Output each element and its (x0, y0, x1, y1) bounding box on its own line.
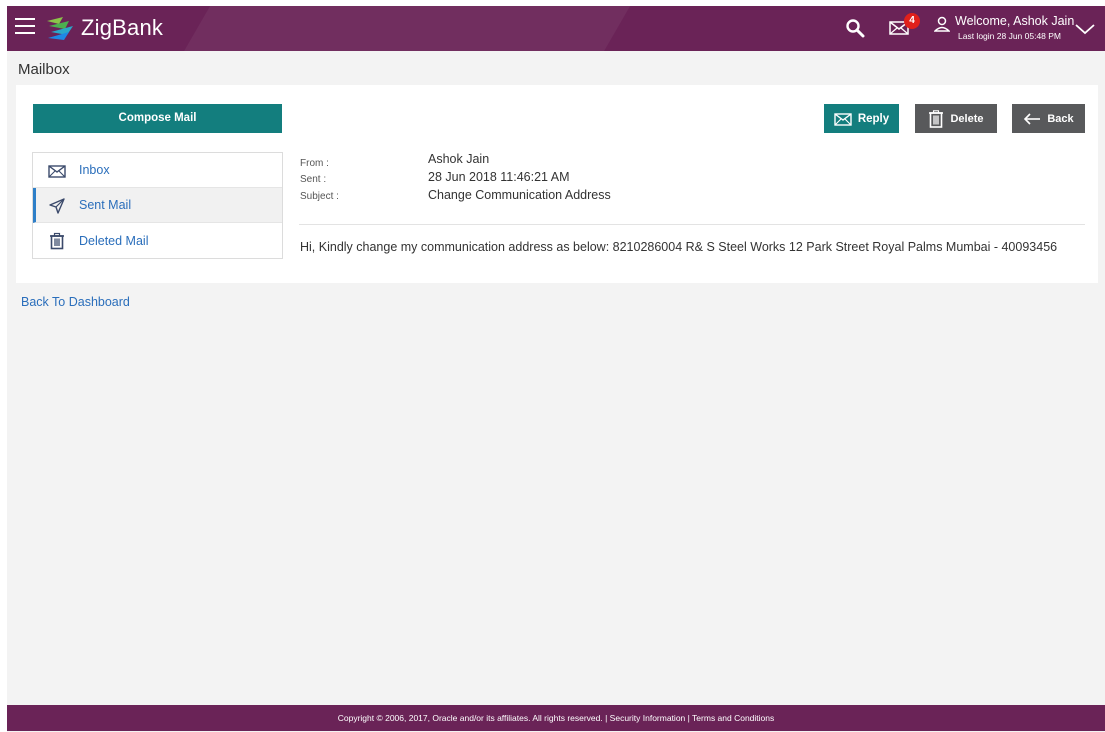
divider (299, 224, 1085, 225)
mailbox-panel: Compose Mail Inbox Sent Mail Deleted Mai… (16, 85, 1098, 283)
folder-list: Inbox Sent Mail Deleted Mail (32, 152, 283, 259)
brand-logo[interactable]: ZigBank (45, 15, 163, 41)
user-icon (934, 16, 950, 32)
sent-label: Sent : (300, 174, 327, 185)
back-label: Back (1047, 112, 1074, 125)
sent-value: 28 Jun 2018 11:46:21 AM (428, 170, 570, 184)
delete-label: Delete (950, 112, 984, 125)
subject-label: Subject : (300, 191, 339, 202)
trash-icon (50, 232, 64, 250)
chevron-down-icon[interactable] (1074, 22, 1096, 36)
delete-button[interactable]: Delete (915, 104, 997, 133)
welcome-text: Welcome, Ashok Jain (955, 14, 1075, 28)
back-to-dashboard-link[interactable]: Back To Dashboard (21, 295, 130, 309)
mail-icon (48, 165, 66, 178)
top-header: ZigBank 4 Welcome, Ashok Jain Last login… (7, 6, 1105, 51)
reply-mail-icon (834, 112, 852, 126)
notification-badge: 4 (904, 13, 920, 29)
from-value: Ashok Jain (428, 152, 490, 166)
subject-value: Change Communication Address (428, 188, 611, 202)
arrow-left-icon (1024, 112, 1041, 125)
paper-plane-icon (49, 198, 65, 214)
folder-label: Deleted Mail (79, 233, 149, 248)
reply-button[interactable]: Reply (824, 104, 899, 133)
search-icon[interactable] (845, 18, 865, 38)
compose-mail-button[interactable]: Compose Mail (33, 104, 282, 133)
brand-name: ZigBank (81, 15, 164, 40)
trash-icon (929, 109, 944, 128)
zigbank-logo-icon (47, 17, 73, 40)
page-title: Mailbox (18, 61, 70, 78)
menu-icon[interactable] (15, 18, 35, 36)
message-body: Hi, Kindly change my communication addre… (300, 240, 1058, 254)
folder-item-sent-mail[interactable]: Sent Mail (33, 188, 282, 223)
header-decoration (152, 6, 642, 51)
folder-label: Sent Mail (79, 198, 132, 212)
app-window: ZigBank 4 Welcome, Ashok Jain Last login… (7, 6, 1105, 732)
from-label: From : (300, 158, 329, 169)
reply-label: Reply (857, 112, 890, 125)
folder-item-deleted-mail[interactable]: Deleted Mail (33, 223, 282, 258)
last-login-text: Last login 28 Jun 05:48 PM (958, 31, 1062, 41)
footer: Copyright © 2006, 2017, Oracle and/or it… (7, 705, 1105, 731)
folder-label: Inbox (79, 163, 110, 177)
back-button[interactable]: Back (1012, 104, 1085, 133)
folder-item-inbox[interactable]: Inbox (33, 153, 282, 188)
